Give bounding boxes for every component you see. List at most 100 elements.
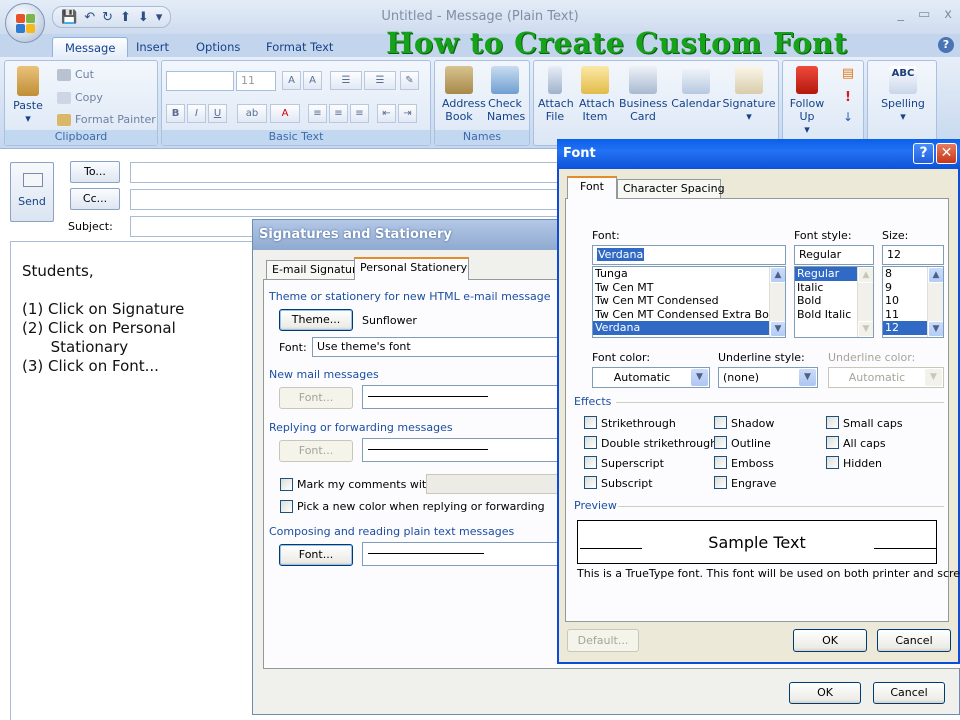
mark-comments-field[interactable]	[426, 474, 562, 494]
scroll-up-icon[interactable]: ▲	[928, 267, 943, 283]
tab-personal-stationery[interactable]: Personal Stationery	[354, 257, 469, 280]
business-card-button[interactable]: Business Card	[618, 66, 668, 123]
font-name-combo[interactable]	[166, 71, 234, 91]
check-names-button[interactable]: Check Names	[483, 66, 527, 123]
font-ok-button[interactable]: OK	[793, 629, 867, 652]
high-importance-icon[interactable]: !	[837, 91, 859, 104]
sig-cancel-button[interactable]: Cancel	[873, 682, 945, 704]
increase-indent-button[interactable]: ⇥	[398, 104, 417, 123]
numbering-button[interactable]: ☰	[364, 71, 396, 90]
minimize-button[interactable]: _	[898, 7, 905, 22]
new-mail-font-button[interactable]: Font...	[279, 387, 353, 409]
office-button[interactable]	[5, 3, 45, 43]
scroll-up-icon[interactable]: ▲	[770, 267, 785, 283]
align-left-button[interactable]: ≡	[308, 104, 327, 123]
font-color-dropdown[interactable]: Automatic ▼	[592, 367, 710, 388]
underline-color-dropdown[interactable]: Automatic ▼	[828, 367, 944, 388]
font-name-list[interactable]: Tunga Tw Cen MT Tw Cen MT Condensed Tw C…	[592, 266, 786, 338]
style-option-selected[interactable]: Regular	[795, 267, 857, 281]
styles-icon[interactable]: ✎	[400, 71, 419, 90]
subscript-checkbox[interactable]	[584, 476, 597, 489]
pick-color-checkbox[interactable]	[280, 500, 293, 513]
cc-button[interactable]: Cc...	[70, 188, 120, 210]
double-strikethrough-checkbox[interactable]	[584, 436, 597, 449]
attach-file-button[interactable]: Attach File	[536, 66, 574, 123]
align-right-button[interactable]: ≡	[350, 104, 369, 123]
font-size-combo[interactable]: 11	[236, 71, 276, 91]
scroll-up-icon[interactable]: ▲	[858, 267, 873, 283]
signature-button[interactable]: Signature ▾	[722, 66, 776, 123]
align-center-button[interactable]: ≡	[329, 104, 348, 123]
plain-text-font-button[interactable]: Font...	[279, 544, 353, 566]
bullets-button[interactable]: ☰	[330, 71, 362, 90]
categorize-icon[interactable]: ▤	[837, 67, 859, 80]
underline-button[interactable]: U	[208, 104, 227, 123]
follow-up-button[interactable]: Follow Up ▾	[785, 66, 829, 136]
low-importance-icon[interactable]: ↓	[837, 111, 859, 124]
tab-format-text[interactable]: Format Text	[254, 37, 345, 58]
size-option-selected[interactable]: 12	[883, 321, 927, 335]
font-cancel-button[interactable]: Cancel	[877, 629, 951, 652]
close-button[interactable]: x	[944, 7, 952, 22]
font-color-button[interactable]: A	[270, 104, 300, 123]
emboss-checkbox[interactable]	[714, 456, 727, 469]
help-icon[interactable]: ?	[938, 37, 954, 53]
small-caps-checkbox[interactable]	[826, 416, 839, 429]
shadow-checkbox[interactable]	[714, 416, 727, 429]
tab-insert[interactable]: Insert	[124, 37, 181, 58]
reply-font-button[interactable]: Font...	[279, 440, 353, 462]
tab-options[interactable]: Options	[184, 37, 252, 58]
italic-button[interactable]: I	[187, 104, 206, 123]
font-option[interactable]: Tw Cen MT	[593, 281, 785, 295]
all-caps-checkbox[interactable]	[826, 436, 839, 449]
address-book-button[interactable]: Address Book	[437, 66, 486, 123]
shrink-font-button[interactable]: A	[303, 71, 322, 90]
font-style-input[interactable]: Regular	[794, 245, 874, 265]
font-name-input[interactable]: Verdana	[592, 245, 786, 265]
font-option[interactable]: Tw Cen MT Condensed	[593, 294, 785, 308]
bold-button[interactable]: B	[166, 104, 185, 123]
size-list-scrollbar[interactable]: ▲ ▼	[927, 267, 943, 337]
theme-font-select[interactable]: Use theme's font	[312, 337, 562, 357]
style-list-scrollbar[interactable]: ▲ ▼	[857, 267, 873, 337]
outline-checkbox[interactable]	[714, 436, 727, 449]
copy-button[interactable]: Copy	[57, 91, 103, 104]
decrease-indent-button[interactable]: ⇤	[377, 104, 396, 123]
size-input[interactable]: 12	[882, 245, 944, 265]
attach-item-button[interactable]: Attach Item	[576, 66, 615, 123]
font-option[interactable]: Tw Cen MT Condensed Extra Bold	[593, 308, 785, 322]
maximize-button[interactable]: ▭	[918, 7, 930, 22]
theme-button[interactable]: Theme...	[279, 309, 353, 331]
calendar-button[interactable]: Calendar	[670, 66, 722, 110]
scroll-down-icon[interactable]: ▼	[928, 321, 943, 337]
to-button[interactable]: To...	[70, 161, 120, 183]
basic-text-group-label: Basic Text	[162, 130, 430, 145]
size-list[interactable]: 8 9 10 11 12 ▲ ▼	[882, 266, 944, 338]
scroll-down-icon[interactable]: ▼	[770, 321, 785, 337]
engrave-checkbox[interactable]	[714, 476, 727, 489]
font-option[interactable]: Tunga	[593, 267, 785, 281]
font-list-scrollbar[interactable]: ▲ ▼	[769, 267, 785, 337]
highlight-button[interactable]: ab	[237, 104, 267, 123]
tab-font[interactable]: Font	[567, 176, 617, 199]
spelling-button[interactable]: ABC Spelling ▾	[874, 66, 932, 123]
paste-button[interactable]: Paste ▾	[11, 66, 45, 125]
send-button[interactable]: Send	[10, 162, 54, 222]
cut-button[interactable]: Cut	[57, 68, 94, 81]
mark-comments-checkbox[interactable]	[280, 478, 293, 491]
dialog-close-button[interactable]: ✕	[936, 143, 957, 164]
font-option-selected[interactable]: Verdana	[593, 321, 785, 335]
grow-font-button[interactable]: A	[282, 71, 301, 90]
underline-style-dropdown[interactable]: (none) ▼	[718, 367, 818, 388]
dialog-help-button[interactable]: ?	[913, 143, 934, 164]
tab-character-spacing[interactable]: Character Spacing	[617, 179, 725, 199]
format-painter-button[interactable]: Format Painter	[57, 113, 156, 126]
strikethrough-checkbox[interactable]	[584, 416, 597, 429]
font-style-list[interactable]: Regular Italic Bold Bold Italic ▲ ▼	[794, 266, 874, 338]
superscript-checkbox[interactable]	[584, 456, 597, 469]
sig-ok-button[interactable]: OK	[789, 682, 861, 704]
hidden-checkbox[interactable]	[826, 456, 839, 469]
default-button[interactable]: Default...	[567, 629, 639, 652]
tab-message[interactable]: Message	[52, 37, 129, 58]
scroll-down-icon[interactable]: ▼	[858, 321, 873, 337]
